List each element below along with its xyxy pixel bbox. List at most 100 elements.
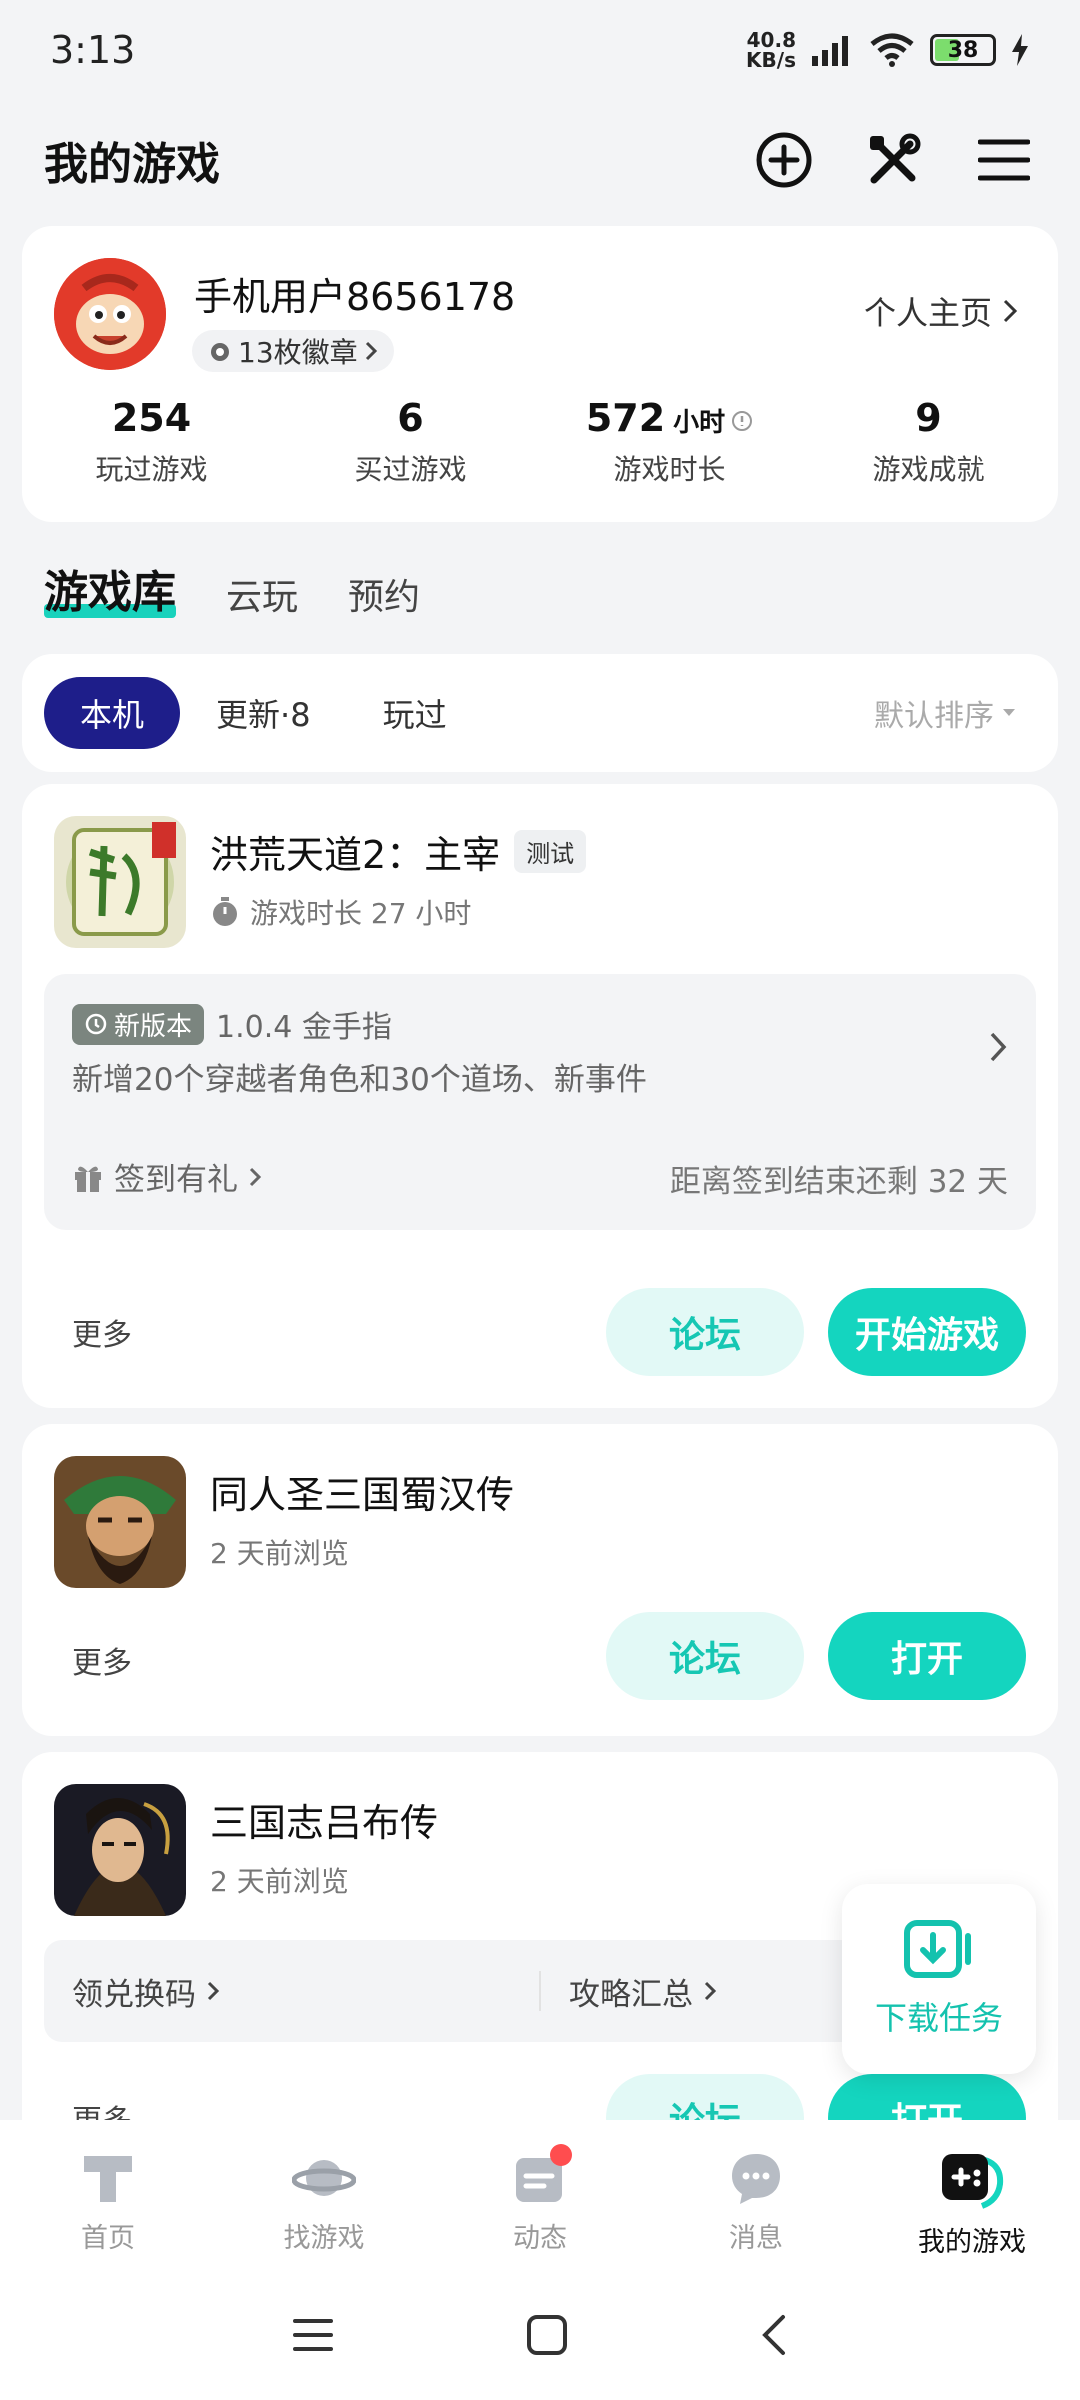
sort-label: 默认排序 bbox=[874, 699, 994, 734]
medal-icon bbox=[211, 343, 229, 361]
redeem-code-label: 领兑换码 bbox=[72, 1976, 196, 2013]
wifi-icon bbox=[870, 33, 914, 67]
chevron-right-icon bbox=[207, 1981, 220, 2001]
stat-value: 6 bbox=[397, 396, 424, 440]
game-card: 洪荒天道2：主宰 测试 游戏时长 27 小时 新版本 1.0.4 金手指 新增2… bbox=[22, 784, 1058, 1408]
gift-icon bbox=[75, 1166, 101, 1192]
stat-label: 游戏时长 bbox=[613, 453, 726, 486]
homepage-link[interactable]: 个人主页 bbox=[864, 288, 1018, 334]
stat-value: 572 bbox=[585, 396, 666, 440]
forum-button[interactable]: 论坛 bbox=[606, 1288, 804, 1376]
chevron-right-icon bbox=[1003, 299, 1018, 323]
more-button[interactable]: 更多 bbox=[72, 1310, 132, 1354]
game-subtitle: 2 天前浏览 bbox=[210, 1532, 349, 1572]
game-art-icon bbox=[54, 816, 186, 948]
signin-label: 签到有礼 bbox=[114, 1162, 238, 1198]
chat-bubble-icon bbox=[732, 2154, 780, 2204]
game-icon[interactable] bbox=[54, 1456, 186, 1588]
filter-bar: 本机 更新·8 玩过 默认排序 bbox=[22, 654, 1058, 772]
chevron-right-icon bbox=[365, 341, 377, 361]
nav-feed[interactable]: 动态 bbox=[432, 2120, 648, 2270]
new-version-row: 新版本 1.0.4 金手指 bbox=[72, 1002, 392, 1046]
homepage-label: 个人主页 bbox=[863, 294, 992, 332]
game-card: 同人圣三国蜀汉传 2 天前浏览 更多 论坛 打开 bbox=[22, 1424, 1058, 1736]
stat-playtime[interactable]: 572 小时 游戏时长 bbox=[540, 396, 799, 488]
sort-dropdown[interactable]: 默认排序 bbox=[874, 691, 1016, 735]
forum-button[interactable]: 论坛 bbox=[606, 1612, 804, 1700]
nav-messages[interactable]: 消息 bbox=[648, 2120, 864, 2270]
download-tasks-button[interactable]: 下载任务 bbox=[842, 1884, 1036, 2074]
tab-reserve[interactable]: 预约 bbox=[348, 568, 420, 620]
start-game-button[interactable]: 开始游戏 bbox=[828, 1288, 1026, 1376]
open-button[interactable]: 打开 bbox=[828, 1612, 1026, 1700]
menu-button[interactable] bbox=[972, 128, 1036, 192]
game-art-icon bbox=[54, 1456, 186, 1588]
update-box[interactable]: 新版本 1.0.4 金手指 新增20个穿越者角色和30个道场、新事件 签到有礼 … bbox=[44, 974, 1036, 1230]
stat-label: 游戏成就 bbox=[872, 453, 985, 486]
nav-label: 找游戏 bbox=[283, 2223, 365, 2254]
stat-label: 玩过游戏 bbox=[95, 453, 208, 486]
status-icons: 40.8 KB/s 38 bbox=[746, 30, 1030, 70]
nav-discover[interactable]: 找游戏 bbox=[216, 2120, 432, 2270]
network-speed-unit: KB/s bbox=[746, 48, 796, 72]
page-title: 我的游戏 bbox=[44, 139, 220, 190]
filter-played[interactable]: 玩过 bbox=[347, 677, 483, 749]
signal-icon bbox=[812, 36, 848, 66]
game-title: 三国志吕布传 bbox=[210, 1801, 439, 1845]
planet-icon bbox=[292, 2160, 356, 2196]
nav-label: 首页 bbox=[81, 2223, 135, 2254]
nav-label: 消息 bbox=[729, 2223, 783, 2254]
game-title-row: 洪荒天道2：主宰 测试 bbox=[210, 824, 587, 879]
home-square-icon[interactable] bbox=[525, 2313, 569, 2357]
tools-icon bbox=[870, 133, 921, 184]
nav-my-games[interactable]: 我的游戏 bbox=[864, 2120, 1080, 2270]
info-icon[interactable] bbox=[731, 410, 753, 432]
game-title-row: 三国志吕布传 bbox=[210, 1792, 438, 1847]
battery-level: 38 bbox=[947, 37, 979, 63]
library-tabs: 游戏库 云玩 预约 bbox=[44, 556, 420, 620]
badges-label: 13枚徽章 bbox=[238, 336, 358, 369]
redeem-code-link[interactable]: 领兑换码 bbox=[44, 1969, 539, 2014]
update-icon bbox=[85, 1013, 107, 1035]
game-icon[interactable] bbox=[54, 1784, 186, 1916]
nav-label: 我的游戏 bbox=[918, 2227, 1026, 2258]
nav-home[interactable]: 首页 bbox=[0, 2120, 216, 2270]
guides-label: 攻略汇总 bbox=[569, 1976, 693, 2013]
network-speed-value: 40.8 bbox=[746, 28, 796, 52]
stat-bought[interactable]: 6 买过游戏 bbox=[281, 396, 540, 488]
plus-circle-icon bbox=[756, 132, 812, 188]
badges-link[interactable]: 13枚徽章 bbox=[192, 330, 394, 372]
avatar[interactable] bbox=[54, 258, 166, 370]
version-text: 1.0.4 金手指 bbox=[216, 1010, 392, 1045]
new-version-label: 新版本 bbox=[114, 1011, 193, 1042]
tab-library[interactable]: 游戏库 bbox=[44, 556, 176, 620]
recent-apps-icon[interactable] bbox=[291, 2315, 335, 2355]
game-subtitle: 2 天前浏览 bbox=[210, 1860, 349, 1900]
bottom-nav: 首页 找游戏 动态 消息 我的游戏 bbox=[0, 2120, 1080, 2270]
charging-icon bbox=[1012, 34, 1028, 66]
stat-value: 9 bbox=[915, 396, 942, 440]
chevron-right-icon bbox=[704, 1981, 717, 2001]
monkey-avatar-icon bbox=[54, 258, 166, 370]
more-button[interactable]: 更多 bbox=[72, 1638, 132, 1682]
last-viewed-label: 2 天前浏览 bbox=[210, 1537, 349, 1570]
stat-achievements[interactable]: 9 游戏成就 bbox=[799, 396, 1058, 488]
stat-unit-group: 小时 bbox=[673, 402, 753, 439]
battery-icon: 38 bbox=[930, 34, 996, 66]
game-subtitle: 游戏时长 27 小时 bbox=[210, 892, 471, 932]
tools-button[interactable] bbox=[862, 128, 926, 192]
add-game-button[interactable] bbox=[752, 128, 816, 192]
filter-local[interactable]: 本机 bbox=[44, 677, 181, 749]
notification-dot bbox=[550, 2144, 572, 2166]
stat-unit: 小时 bbox=[673, 408, 726, 438]
network-speed: 40.8 KB/s bbox=[746, 30, 796, 70]
game-art-icon bbox=[54, 1784, 186, 1916]
game-icon[interactable] bbox=[54, 816, 186, 948]
stat-played[interactable]: 254 玩过游戏 bbox=[22, 396, 281, 488]
signin-link[interactable]: 签到有礼 bbox=[72, 1154, 262, 1199]
test-tag: 测试 bbox=[514, 830, 587, 873]
stat-value: 254 bbox=[111, 396, 192, 440]
filter-updates[interactable]: 更新·8 bbox=[180, 677, 347, 749]
back-icon[interactable] bbox=[759, 2313, 789, 2357]
tab-cloud[interactable]: 云玩 bbox=[226, 568, 298, 620]
